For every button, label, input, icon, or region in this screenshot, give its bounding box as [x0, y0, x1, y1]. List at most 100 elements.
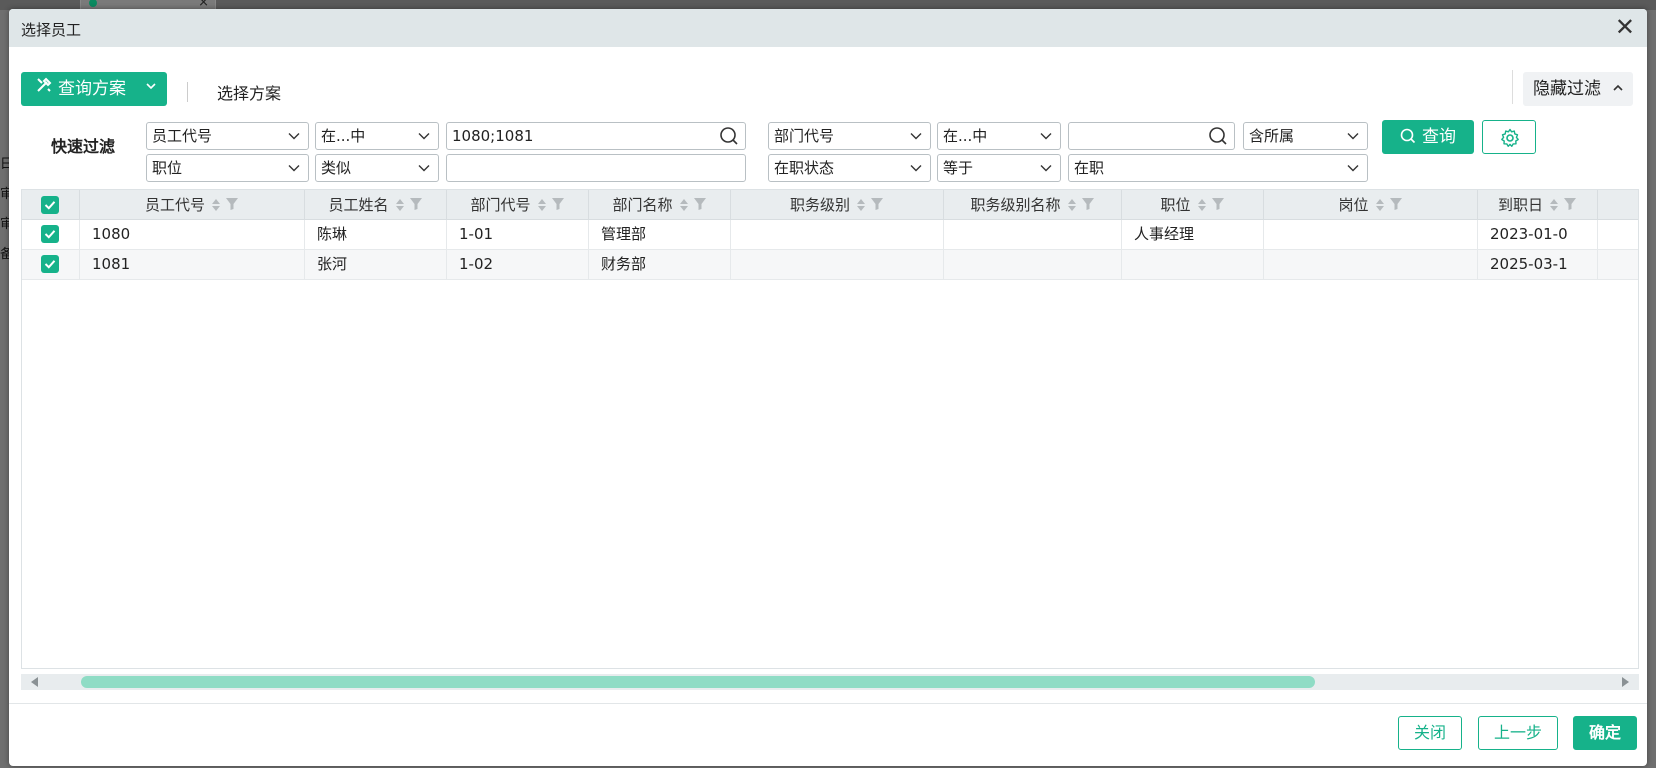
tab-status-dot	[89, 0, 97, 7]
hide-filter-button[interactable]: 隐藏过滤	[1523, 72, 1633, 106]
table-header: 员工代号 员工姓名 部门代号 部门名称 职务级别 职务级别名称 职位 岗位 到职日	[22, 190, 1638, 220]
table-row[interactable]: 1080 陈琳 1-01 管理部 人事经理 2023-01-0	[22, 220, 1638, 250]
scroll-left-icon[interactable]	[31, 677, 38, 687]
col-position-cell: 人事经理	[1122, 220, 1264, 249]
col-employee-name-header[interactable]: 员工姓名	[305, 190, 447, 220]
filter-icon[interactable]	[1211, 191, 1225, 221]
query-button[interactable]: 查询	[1382, 120, 1474, 154]
previous-step-button[interactable]: 上一步	[1478, 716, 1558, 750]
query-scheme-button[interactable]: 查询方案	[21, 72, 167, 106]
chevron-down-icon	[1040, 133, 1052, 140]
filter-field-select[interactable]: 职位	[146, 154, 309, 182]
chevron-down-icon	[1347, 133, 1359, 140]
check-icon	[44, 260, 56, 269]
col-dept-name-cell: 财务部	[589, 250, 731, 279]
column-header-label: 到职日	[1497, 196, 1543, 214]
tools-icon	[35, 72, 55, 106]
sort-icon[interactable]	[856, 198, 866, 214]
col-post-header[interactable]: 岗位	[1264, 190, 1478, 220]
sort-icon[interactable]	[1197, 198, 1207, 214]
toolbar: 查询方案 选择方案 隐藏过滤	[21, 70, 1635, 106]
horizontal-scrollbar[interactable]	[21, 674, 1639, 690]
col-position-cell	[1122, 250, 1264, 279]
filter-field-select[interactable]: 员工代号	[146, 122, 309, 150]
scroll-right-icon[interactable]	[1622, 677, 1629, 687]
col-job-level-name-header[interactable]: 职务级别名称	[944, 190, 1122, 220]
query-scheme-label: 查询方案	[58, 79, 126, 99]
filter-operator-value: 在...中	[943, 127, 988, 145]
search-icon[interactable]	[719, 126, 739, 146]
employee-code-input[interactable]: 1080;1081	[446, 122, 746, 150]
column-header-label: 员工姓名	[328, 196, 389, 214]
filter-field-value: 部门代号	[774, 127, 835, 145]
row-select-cell	[22, 220, 80, 249]
position-input[interactable]	[446, 154, 746, 182]
col-job-level-cell	[731, 220, 944, 249]
table-row[interactable]: 1081 张河 1-02 财务部 2025-03-1	[22, 250, 1638, 280]
col-dept-name-header[interactable]: 部门名称	[589, 190, 731, 220]
chevron-up-icon	[1613, 84, 1623, 91]
close-button[interactable]: 关闭	[1398, 716, 1462, 750]
sort-icon[interactable]	[537, 198, 547, 214]
col-dept-code-cell: 1-02	[447, 250, 589, 279]
col-employee-code-header[interactable]: 员工代号	[80, 190, 305, 220]
sort-icon[interactable]	[1375, 198, 1385, 214]
filter-icon[interactable]	[225, 191, 239, 221]
sort-icon[interactable]	[395, 198, 405, 214]
filter-icon[interactable]	[409, 191, 423, 221]
sort-icon[interactable]	[679, 198, 689, 214]
row-checkbox[interactable]	[41, 255, 59, 273]
col-employee-code-cell: 1080	[80, 220, 305, 249]
dialog-header: 选择员工 ✕	[9, 9, 1647, 47]
search-icon[interactable]	[1208, 126, 1228, 146]
filter-field-select[interactable]: 部门代号	[768, 122, 931, 150]
department-code-input[interactable]	[1068, 122, 1235, 150]
filter-operator-select[interactable]: 等于	[937, 154, 1061, 182]
filter-icon[interactable]	[1563, 191, 1577, 221]
toolbar-divider	[187, 82, 188, 102]
filter-icon[interactable]	[551, 191, 565, 221]
col-post-cell	[1264, 250, 1478, 279]
filter-field-value: 员工代号	[152, 127, 213, 145]
sort-icon[interactable]	[1549, 198, 1559, 214]
filter-icon[interactable]	[1389, 191, 1403, 221]
filter-icon[interactable]	[1081, 191, 1095, 221]
col-hire-date-cell: 2025-03-1	[1478, 250, 1598, 279]
column-header-label: 职务级别	[789, 196, 850, 214]
hide-filter-label: 隐藏过滤	[1533, 79, 1601, 99]
filter-operator-select[interactable]: 在...中	[937, 122, 1061, 150]
filter-icon[interactable]	[693, 191, 707, 221]
col-dept-code-header[interactable]: 部门代号	[447, 190, 589, 220]
sort-icon[interactable]	[1067, 198, 1077, 214]
col-position-header[interactable]: 职位	[1122, 190, 1264, 220]
select-all-checkbox[interactable]	[41, 196, 59, 214]
col-job-level-header[interactable]: 职务级别	[731, 190, 944, 220]
row-checkbox[interactable]	[41, 225, 59, 243]
col-dept-code-cell: 1-01	[447, 220, 589, 249]
chevron-down-icon	[1040, 165, 1052, 172]
chevron-down-icon	[288, 165, 300, 172]
check-icon	[44, 201, 56, 210]
query-button-label: 查询	[1422, 127, 1456, 147]
dialog-title: 选择员工	[21, 21, 82, 39]
col-job-level-name-cell	[944, 250, 1122, 279]
chevron-down-icon	[418, 133, 430, 140]
select-scheme-link[interactable]: 选择方案	[217, 80, 281, 104]
filter-field-select[interactable]: 在职状态	[768, 154, 931, 182]
col-hire-date-header[interactable]: 到职日	[1478, 190, 1598, 220]
column-header-label: 岗位	[1338, 196, 1369, 214]
col-job-level-name-cell	[944, 220, 1122, 249]
scrollbar-thumb[interactable]	[81, 676, 1315, 688]
search-icon	[1400, 128, 1416, 144]
footer-divider	[9, 703, 1647, 704]
sort-icon[interactable]	[211, 198, 221, 214]
scope-select[interactable]: 含所属	[1243, 122, 1368, 150]
filter-icon[interactable]	[870, 191, 884, 221]
check-icon	[44, 230, 56, 239]
confirm-button[interactable]: 确定	[1573, 716, 1637, 750]
filter-operator-select[interactable]: 在...中	[315, 122, 439, 150]
filter-operator-select[interactable]: 类似	[315, 154, 439, 182]
employment-status-select[interactable]: 在职	[1068, 154, 1368, 182]
settings-button[interactable]	[1482, 120, 1536, 154]
close-icon[interactable]: ✕	[1615, 13, 1635, 41]
